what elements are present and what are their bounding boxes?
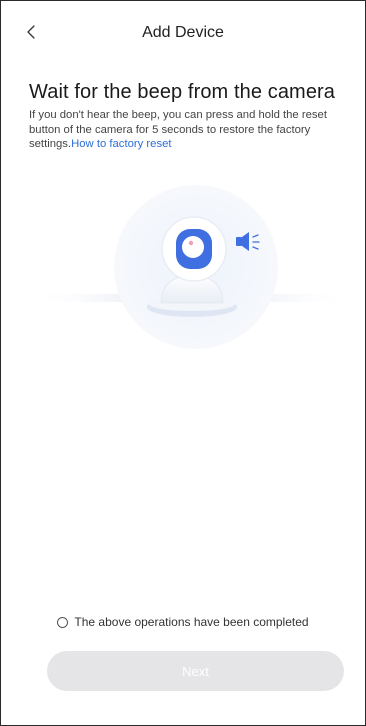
illustration-graphic [31,185,351,349]
confirm-label: The above operations have been completed [74,615,309,629]
next-button[interactable]: Next [47,651,344,691]
confirm-completed-checkbox[interactable]: The above operations have been completed [1,615,365,629]
radio-circle-icon[interactable] [57,616,69,628]
instruction-heading: Wait for the beep from the camera [29,81,336,103]
instruction-description: If you don't hear the beep, you can pres… [29,108,349,152]
camera-beep-illustration [1,181,365,351]
page-title: Add Device [142,24,224,41]
add-device-screen: Add Device Wait for the beep from the ca… [0,0,366,726]
factory-reset-link[interactable]: How to factory reset [71,138,171,150]
header: Add Device [1,1,365,65]
